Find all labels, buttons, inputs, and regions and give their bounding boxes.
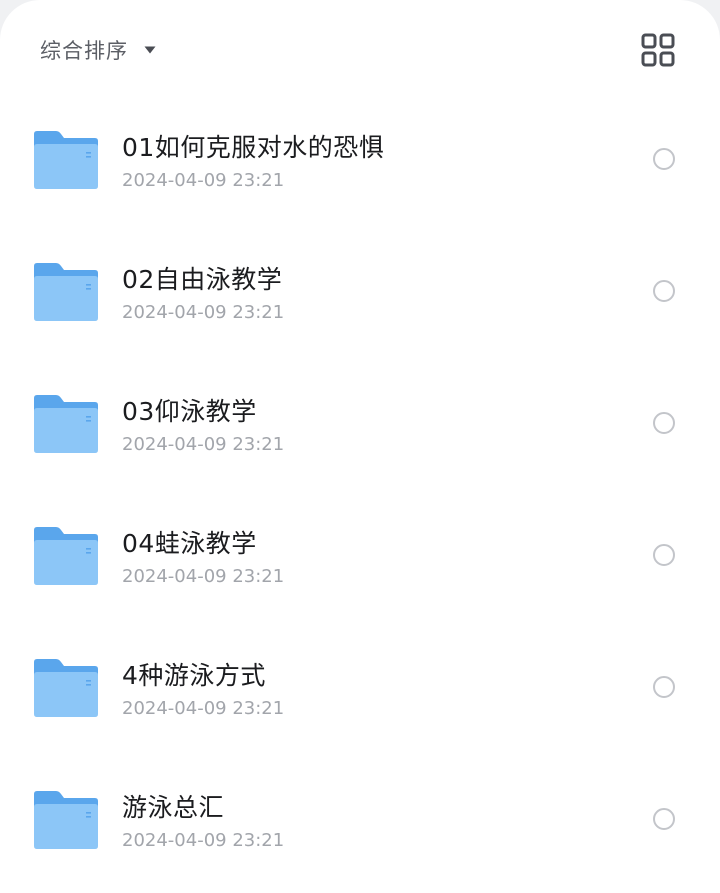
select-radio[interactable] xyxy=(653,412,675,434)
file-date: 2024-04-09 23:21 xyxy=(122,170,285,191)
folder-icon xyxy=(34,659,98,717)
file-row[interactable]: 02自由泳教学 2024-04-09 23:21 xyxy=(0,230,720,362)
folder-icon xyxy=(34,131,98,189)
file-row[interactable]: 04蛙泳教学 2024-04-09 23:21 xyxy=(0,494,720,626)
grid-view-icon[interactable] xyxy=(640,32,676,68)
file-name: 4种游泳方式 xyxy=(122,661,266,690)
file-row[interactable]: 01如何克服对水的恐惧 2024-04-09 23:21 xyxy=(0,98,720,230)
list-toolbar: 综合排序 xyxy=(0,0,720,98)
file-name: 03仰泳教学 xyxy=(122,397,257,426)
select-radio[interactable] xyxy=(653,808,675,830)
file-date: 2024-04-09 23:21 xyxy=(122,566,285,587)
file-date: 2024-04-09 23:21 xyxy=(122,434,285,455)
file-date: 2024-04-09 23:21 xyxy=(122,830,285,851)
file-name: 游泳总汇 xyxy=(122,793,225,822)
folder-icon xyxy=(34,527,98,585)
file-list: 01如何克服对水的恐惧 2024-04-09 23:21 02自由泳教学 202… xyxy=(0,98,720,890)
folder-icon xyxy=(34,395,98,453)
file-row[interactable]: 03仰泳教学 2024-04-09 23:21 xyxy=(0,362,720,494)
select-radio[interactable] xyxy=(653,676,675,698)
sort-label: 综合排序 xyxy=(40,39,128,63)
file-name: 01如何克服对水的恐惧 xyxy=(122,133,385,162)
file-date: 2024-04-09 23:21 xyxy=(122,698,285,719)
file-browser-panel: 综合排序 01如何克服对水的恐惧 2024-04-09 23:21 02自由泳教… xyxy=(0,0,720,893)
select-radio[interactable] xyxy=(653,544,675,566)
select-radio[interactable] xyxy=(653,280,675,302)
file-row[interactable]: 游泳总汇 2024-04-09 23:21 xyxy=(0,758,720,890)
file-row[interactable]: 4种游泳方式 2024-04-09 23:21 xyxy=(0,626,720,758)
file-name: 02自由泳教学 xyxy=(122,265,283,294)
file-date: 2024-04-09 23:21 xyxy=(122,302,285,323)
sort-button[interactable]: 综合排序 xyxy=(40,30,156,70)
select-radio[interactable] xyxy=(653,148,675,170)
caret-down-icon xyxy=(144,46,156,54)
file-name: 04蛙泳教学 xyxy=(122,529,257,558)
folder-icon xyxy=(34,263,98,321)
folder-icon xyxy=(34,791,98,849)
